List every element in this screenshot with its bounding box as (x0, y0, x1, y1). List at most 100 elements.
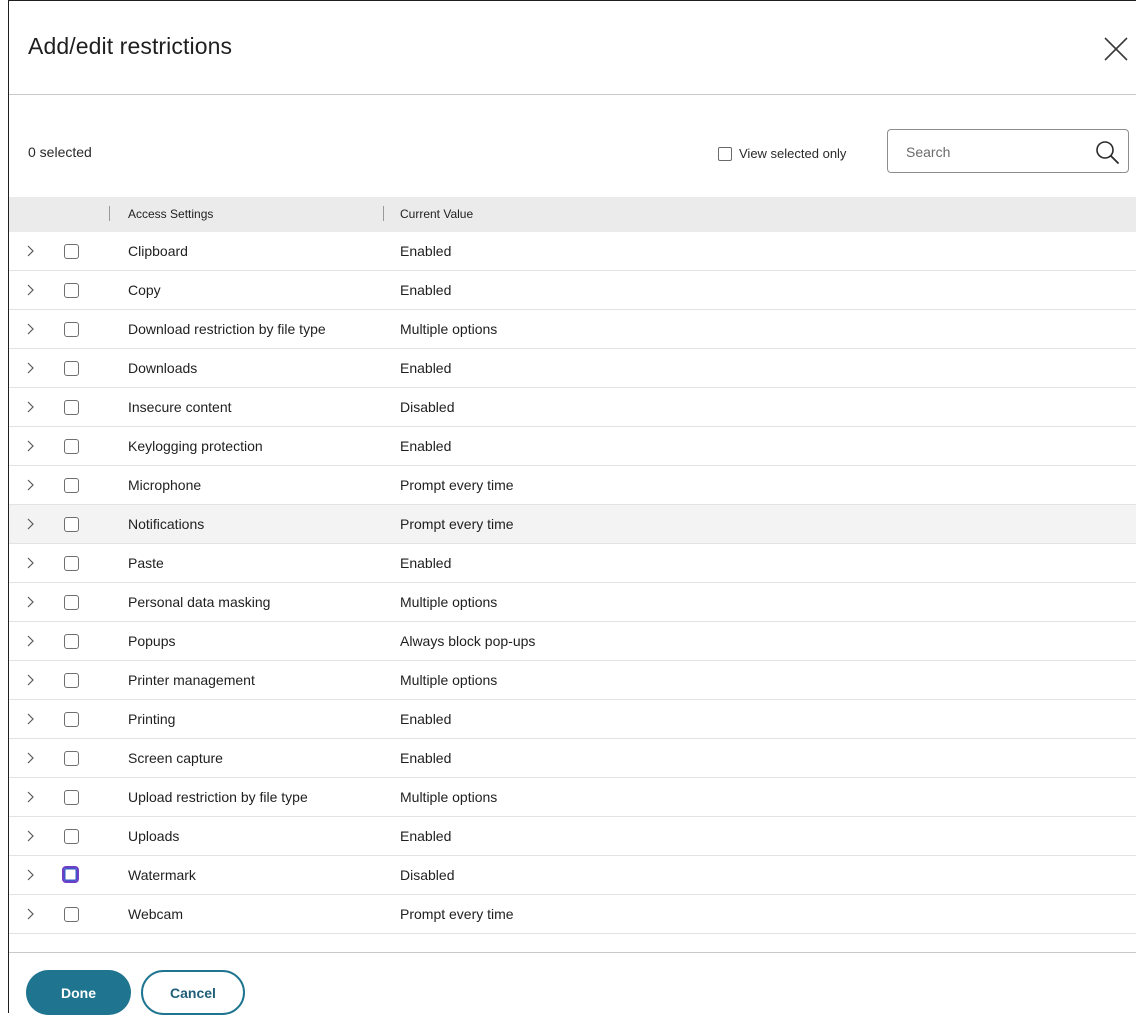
search-box[interactable] (887, 129, 1129, 173)
setting-name: Screen capture (128, 750, 223, 766)
table-row[interactable]: Upload restriction by file type Multiple … (9, 778, 1136, 817)
column-header-access-settings[interactable]: Access Settings (128, 207, 213, 221)
chevron-right-icon[interactable] (26, 517, 36, 531)
setting-value: Enabled (400, 282, 452, 298)
table-row[interactable]: Printer management Multiple options (9, 661, 1136, 700)
table-row[interactable]: Downloads Enabled (9, 349, 1136, 388)
setting-name: Webcam (128, 906, 183, 922)
setting-name: Copy (128, 282, 161, 298)
selected-count: 0 selected (28, 144, 92, 160)
row-checkbox[interactable] (64, 322, 79, 337)
chevron-right-icon[interactable] (26, 907, 36, 921)
setting-name: Clipboard (128, 243, 188, 259)
setting-value: Enabled (400, 555, 452, 571)
setting-value: Enabled (400, 828, 452, 844)
row-checkbox[interactable] (64, 400, 79, 415)
chevron-right-icon[interactable] (26, 751, 36, 765)
chevron-right-icon[interactable] (26, 712, 36, 726)
row-checkbox[interactable] (64, 907, 79, 922)
row-checkbox[interactable] (64, 283, 79, 298)
table-row[interactable]: Personal data masking Multiple options (9, 583, 1136, 622)
toolbar: 0 selected View selected only (9, 129, 1136, 179)
setting-name: Personal data masking (128, 594, 271, 610)
dialog-header: Add/edit restrictions (9, 1, 1136, 95)
cancel-button[interactable]: Cancel (141, 970, 245, 1015)
setting-name: Paste (128, 555, 164, 571)
chevron-right-icon[interactable] (26, 478, 36, 492)
chevron-right-icon[interactable] (26, 673, 36, 687)
table-row[interactable]: Popups Always block pop-ups (9, 622, 1136, 661)
chevron-right-icon[interactable] (26, 322, 36, 336)
row-checkbox[interactable] (64, 673, 79, 688)
table-row[interactable]: Watermark Disabled (9, 856, 1136, 895)
table-row[interactable]: Copy Enabled (9, 271, 1136, 310)
row-checkbox[interactable] (64, 712, 79, 727)
row-checkbox[interactable] (64, 361, 79, 376)
table-row[interactable]: Printing Enabled (9, 700, 1136, 739)
table-row[interactable]: Clipboard Enabled (9, 232, 1136, 271)
row-checkbox[interactable] (64, 595, 79, 610)
row-checkbox[interactable] (64, 478, 79, 493)
setting-value: Multiple options (400, 672, 498, 688)
setting-name: Download restriction by file type (128, 321, 326, 337)
table-row[interactable]: Insecure content Disabled (9, 388, 1136, 427)
chevron-right-icon[interactable] (26, 361, 36, 375)
table-row[interactable]: Notifications Prompt every time (9, 505, 1136, 544)
setting-value: Prompt every time (400, 516, 514, 532)
setting-value: Multiple options (400, 594, 498, 610)
chevron-right-icon[interactable] (26, 283, 36, 297)
row-checkbox[interactable] (64, 634, 79, 649)
row-checkbox[interactable] (64, 244, 79, 259)
table-row[interactable]: Uploads Enabled (9, 817, 1136, 856)
setting-name: Popups (128, 633, 176, 649)
table-row[interactable]: Screen capture Enabled (9, 739, 1136, 778)
search-icon[interactable] (1094, 139, 1120, 165)
chevron-right-icon[interactable] (26, 595, 36, 609)
setting-name: Notifications (128, 516, 205, 532)
setting-value: Enabled (400, 360, 452, 376)
chevron-right-icon[interactable] (26, 829, 36, 843)
setting-value: Enabled (400, 438, 452, 454)
setting-value: Prompt every time (400, 906, 514, 922)
row-checkbox[interactable] (64, 439, 79, 454)
view-selected-only-label: View selected only (739, 146, 847, 161)
chevron-right-icon[interactable] (26, 400, 36, 414)
column-separator (109, 206, 110, 221)
search-input[interactable] (904, 140, 1088, 164)
table-row[interactable]: Download restriction by file type Multipl… (9, 310, 1136, 349)
row-checkbox[interactable] (64, 829, 79, 844)
table-header: Access Settings Current Value (9, 197, 1136, 232)
row-checkbox[interactable] (64, 556, 79, 571)
chevron-right-icon[interactable] (26, 634, 36, 648)
chevron-right-icon[interactable] (26, 790, 36, 804)
row-checkbox[interactable] (64, 751, 79, 766)
table-row[interactable]: Webcam Prompt every time (9, 895, 1136, 934)
table-body: Clipboard Enabled Copy Enabled Download rest… (9, 232, 1136, 934)
close-icon[interactable] (1102, 35, 1130, 63)
chevron-right-icon[interactable] (26, 439, 36, 453)
view-selected-only-toggle[interactable]: View selected only (718, 146, 846, 161)
setting-value: Enabled (400, 711, 452, 727)
done-button[interactable]: Done (26, 970, 131, 1015)
table-row[interactable]: Keylogging protection Enabled (9, 427, 1136, 466)
column-header-current-value[interactable]: Current Value (400, 207, 473, 221)
table-row[interactable]: Microphone Prompt every time (9, 466, 1136, 505)
setting-name: Keylogging protection (128, 438, 263, 454)
chevron-right-icon[interactable] (26, 556, 36, 570)
table-row[interactable]: Paste Enabled (9, 544, 1136, 583)
row-checkbox[interactable] (62, 866, 79, 883)
view-selected-only-checkbox[interactable] (718, 146, 732, 161)
setting-name: Watermark (128, 867, 196, 883)
chevron-right-icon[interactable] (26, 244, 36, 258)
row-checkbox[interactable] (64, 790, 79, 805)
chevron-right-icon[interactable] (26, 868, 36, 882)
setting-value: Disabled (400, 399, 455, 415)
setting-name: Printer management (128, 672, 255, 688)
row-checkbox[interactable] (64, 517, 79, 532)
settings-table: Access Settings Current Value Clipboard E… (9, 197, 1136, 934)
setting-value: Prompt every time (400, 477, 514, 493)
setting-value: Disabled (400, 867, 455, 883)
dialog-title: Add/edit restrictions (28, 33, 233, 59)
restrictions-dialog: Add/edit restrictions 0 selected View se… (8, 0, 1136, 1015)
setting-name: Upload restriction by file type (128, 789, 308, 805)
